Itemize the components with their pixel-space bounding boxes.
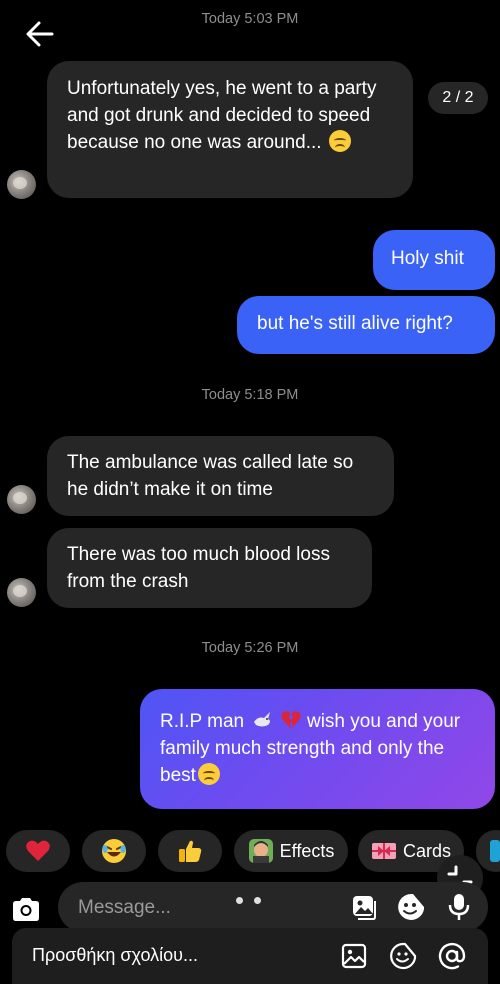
microphone-icon[interactable] <box>446 892 472 922</box>
sticker-button[interactable] <box>388 941 418 971</box>
message-text: Holy shit <box>391 248 464 269</box>
quick-reactions-bar: Effects Cards <box>0 830 500 872</box>
at-sign-icon <box>438 942 466 970</box>
message-bubble-incoming[interactable]: Unfortunately yes, he went to a party an… <box>47 61 413 198</box>
cards-label: Cards <box>402 840 451 861</box>
image-icon <box>341 943 367 969</box>
effects-label: Effects <box>279 840 335 861</box>
camera-icon[interactable] <box>10 895 42 923</box>
effects-avatar-icon <box>248 838 274 864</box>
gallery-icon[interactable] <box>350 893 378 921</box>
avatar[interactable] <box>7 170 36 199</box>
heart-reaction-button[interactable] <box>6 830 70 872</box>
timestamp: Today 5:03 PM <box>201 11 299 27</box>
message-bubble-outgoing[interactable]: Holy shit <box>373 230 495 290</box>
avatar[interactable] <box>7 578 36 607</box>
typing-dots <box>236 897 266 907</box>
comment-input[interactable] <box>32 941 312 969</box>
disappointed-emoji-icon <box>328 130 351 152</box>
blue-tile-icon <box>490 840 500 862</box>
media-counter: 2 / 2 <box>428 82 488 114</box>
message-text: There was too much blood loss from the c… <box>67 544 330 592</box>
message-bubble-incoming[interactable]: There was too much blood loss from the c… <box>47 528 372 608</box>
image-button[interactable] <box>339 941 369 971</box>
timestamp: Today 5:18 PM <box>201 387 299 403</box>
message-bubble-outgoing[interactable]: but he's still alive right? <box>237 296 495 354</box>
thumbs-up-reaction-button[interactable] <box>158 830 222 872</box>
effects-button[interactable]: Effects <box>234 830 348 872</box>
thumbs-up-icon <box>179 840 202 862</box>
message-bubble-incoming[interactable]: The ambulance was called late so he didn… <box>47 436 394 516</box>
avatar[interactable] <box>7 485 36 514</box>
broken-heart-emoji-icon <box>281 711 301 729</box>
timestamp: Today 5:26 PM <box>201 640 299 656</box>
message-text: R.I.P man <box>160 711 245 732</box>
sticker-outline-icon <box>390 942 417 970</box>
dove-emoji-icon <box>254 712 271 727</box>
message-text: The ambulance was called late so he didn… <box>67 452 354 500</box>
disappointed-emoji-icon <box>197 763 220 785</box>
message-bubble-outgoing[interactable]: R.I.P man wish you and your family much … <box>140 689 495 809</box>
heart-icon <box>26 840 50 861</box>
gift-card-icon <box>371 838 397 864</box>
message-text: but he's still alive right? <box>257 313 453 334</box>
sticker-icon[interactable] <box>396 892 426 922</box>
laughing-emoji-icon <box>102 839 126 863</box>
mention-button[interactable] <box>437 941 467 971</box>
laughing-reaction-button[interactable] <box>82 830 146 872</box>
